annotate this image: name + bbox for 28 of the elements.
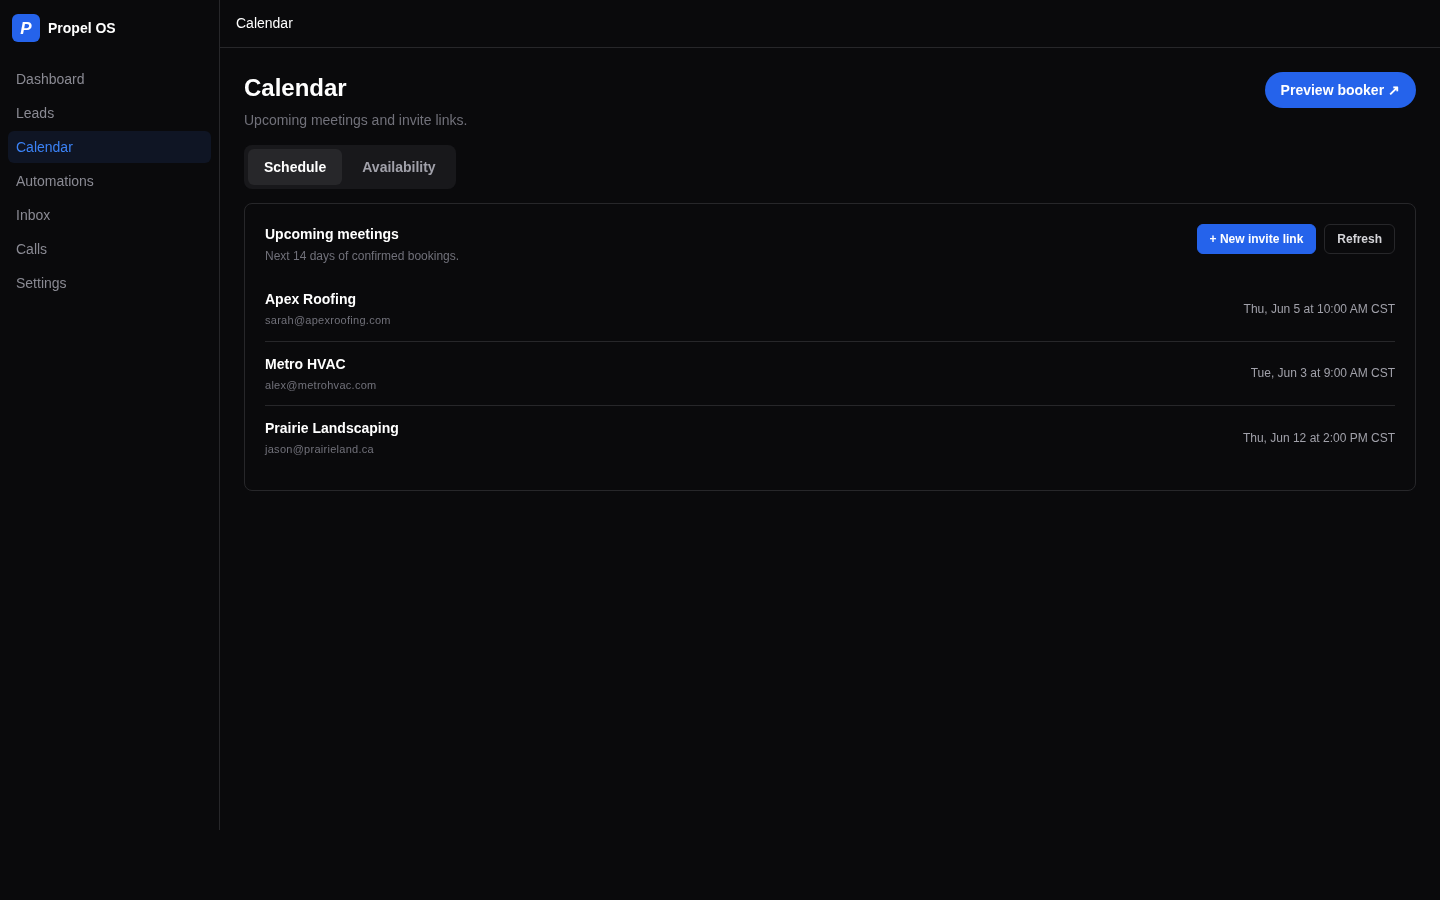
meeting-name: Metro HVAC (265, 354, 347, 374)
refresh-button[interactable]: Refresh (1324, 224, 1395, 254)
brand-name: Propel OS (48, 18, 116, 38)
meeting-time: Thu, Jun 5 at 10:00 AM CST (1243, 300, 1395, 318)
card-title: Upcoming meetings (265, 225, 400, 244)
preview-booker-button[interactable]: Preview booker ↗ (1264, 72, 1416, 108)
meeting-email: alex@metrohvac.com (265, 377, 377, 393)
sidebar-item[interactable]: Leads (8, 97, 211, 129)
tab[interactable]: Availability (346, 149, 452, 185)
meeting-email: sarah@apexroofing.com (265, 313, 391, 328)
logo-icon: P (12, 14, 40, 42)
sidebar-item[interactable]: Calls (8, 233, 211, 265)
meeting-time: Tue, Jun 3 at 9:00 AM CST (1250, 365, 1395, 383)
meeting-email: jason@prairieland.ca (265, 442, 375, 457)
card-subtitle: Next 14 days of confirmed bookings. (265, 248, 460, 265)
sidebar-item[interactable]: Inbox (8, 199, 211, 231)
meeting-time: Thu, Jun 12 at 2:00 PM CST (1242, 429, 1395, 447)
sidebar-item[interactable]: Settings (8, 267, 211, 299)
new-invite-link-button[interactable]: + New invite link (1196, 224, 1317, 254)
tab[interactable]: Schedule (248, 149, 343, 185)
sidebar-item[interactable]: Calendar (8, 131, 211, 163)
meeting-name: Apex Roofing (265, 290, 357, 309)
sidebar-item[interactable]: Automations (8, 165, 211, 197)
meeting-name: Prairie Landscaping (265, 419, 399, 438)
sidebar-item[interactable]: Dashboard (8, 63, 211, 95)
header-title: Calendar (236, 14, 293, 33)
page-title: Calendar (244, 73, 348, 103)
page-subtitle: Upcoming meetings and invite links. (244, 111, 468, 130)
